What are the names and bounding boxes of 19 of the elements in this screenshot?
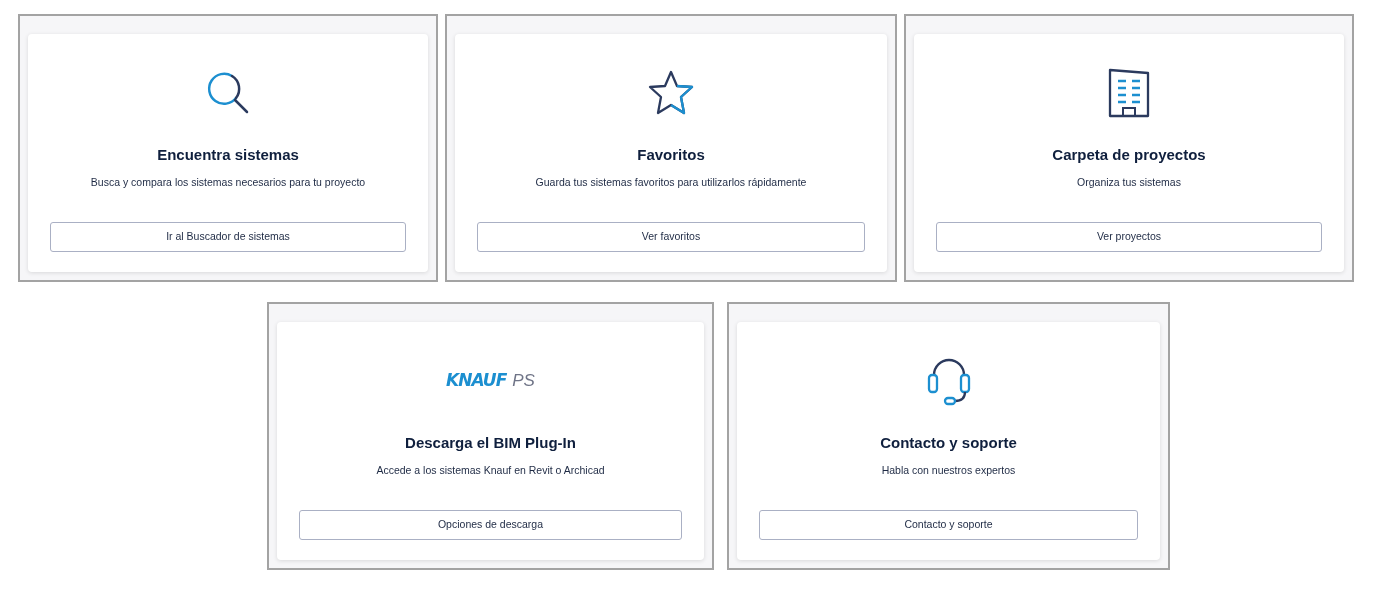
search-icon: [206, 71, 250, 115]
card-title: Contacto y soporte: [880, 433, 1017, 453]
card-title: Favoritos: [637, 145, 705, 165]
card-button[interactable]: Ver proyectos: [936, 222, 1322, 252]
card-button[interactable]: Ir al Buscador de sistemas: [50, 222, 406, 252]
card-description: Busca y compara los sistemas necesarios para tu proyecto: [90, 174, 366, 190]
card-description: Organiza tus sistemas: [1077, 174, 1181, 190]
card-button[interactable]: Opciones de descarga: [299, 510, 682, 540]
star-icon: [646, 69, 696, 117]
card-description: Guarda tus sistemas favoritos para utilizarlos rápidamente: [535, 174, 807, 190]
card-button[interactable]: Ver favoritos: [477, 222, 865, 252]
card-title: Encuentra sistemas: [157, 145, 299, 165]
logo: KNAUF PS: [446, 369, 535, 393]
card-title: Carpeta de proyectos: [1052, 145, 1206, 165]
card-description: Habla con nuestros expertos: [881, 462, 1016, 478]
building-icon: [1107, 67, 1151, 119]
card-title: Descarga el BIM Plug-In: [405, 433, 576, 453]
card-button[interactable]: Contacto y soporte: [759, 510, 1138, 540]
card-description: Accede a los sistemas Knauf en Revit o Archicad: [376, 462, 605, 478]
